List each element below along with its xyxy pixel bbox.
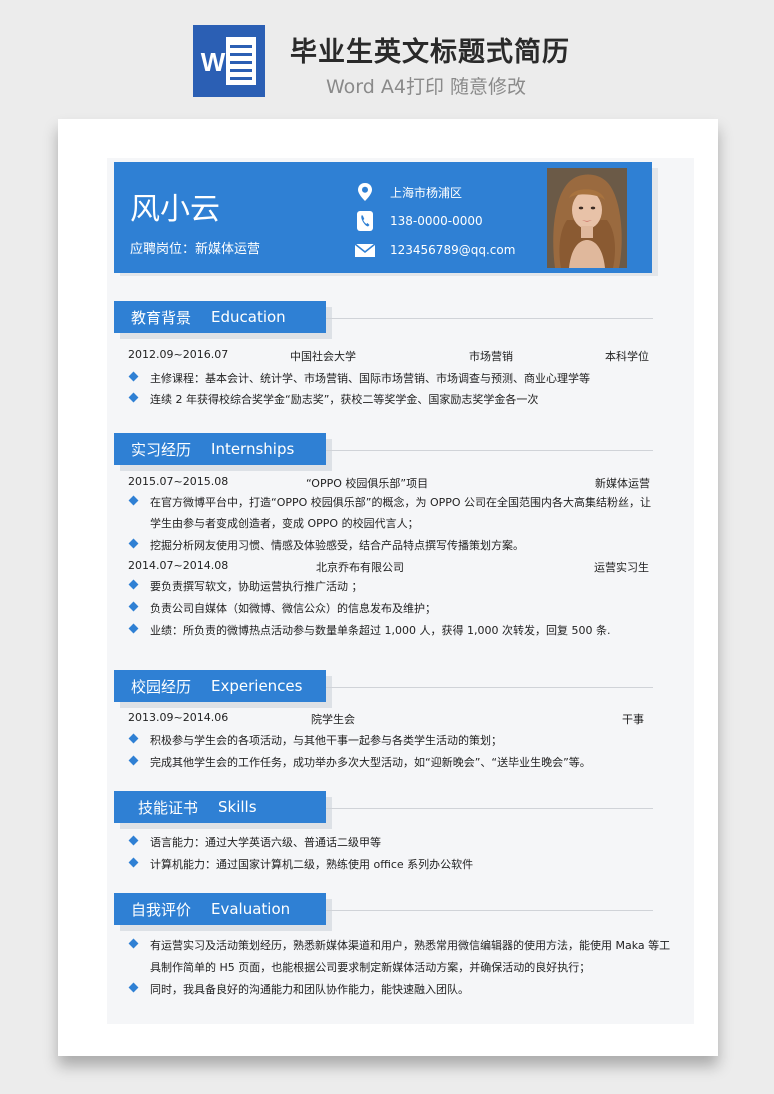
education-bullet: 连续 2 年获得校综合奖学金“励志奖”，获校二等奖学金、国家励志奖学金各一次 (150, 393, 539, 406)
section-title-box: 校园经历 Experiences (114, 670, 326, 702)
contact-email: 123456789@qq.com (354, 239, 515, 261)
banner-title: 毕业生英文标题式简历 (290, 37, 570, 68)
section-divider (326, 910, 653, 911)
section-title-box: 实习经历 Internships (114, 433, 326, 465)
section-title-cn: 实习经历 (131, 440, 192, 459)
address-text: 上海市杨浦区 (390, 185, 463, 200)
section-divider (326, 450, 653, 451)
skills-bullet: 语言能力：通过大学英语六级、普通话二级甲等 (150, 836, 381, 849)
section-title-en: Internships (211, 440, 295, 458)
location-pin-icon (358, 183, 372, 201)
experience-org: 院学生会 (311, 713, 355, 726)
internship1-role: 新媒体运营 (595, 477, 650, 490)
candidate-name: 风小云 (130, 192, 220, 227)
internship1-bullet: 挖掘分析网友使用习惯、情感及体验感受，结合产品特点撰写传播策划方案。 (150, 539, 524, 552)
envelope-icon (354, 243, 376, 257)
profile-photo (547, 168, 627, 268)
section-title-en: Experiences (211, 677, 303, 695)
internship1-period: 2015.07~2015.08 (128, 475, 229, 488)
evaluation-bullet: 同时，我具备良好的沟通能力和团队协作能力，能快速融入团队。 (150, 983, 469, 996)
education-period: 2012.09~2016.07 (128, 348, 229, 361)
education-bullet: 主修课程：基本会计、统计学、市场营销、国际市场营销、市场调查与预测、商业心理学等 (150, 372, 590, 385)
internship1-project: “OPPO 校园俱乐部”项目 (306, 477, 429, 490)
internship1-bullet: 在官方微博平台中，打造“OPPO 校园俱乐部”的概念，为 OPPO 公司在全国范… (150, 496, 652, 509)
phone-icon (357, 211, 373, 231)
internship2-period: 2014.07~2014.08 (128, 559, 229, 572)
email-text: 123456789@qq.com (390, 243, 516, 257)
education-degree: 本科学位 (605, 350, 649, 363)
applied-position: 应聘岗位：新媒体运营 (130, 242, 261, 257)
experience-bullet: 完成其他学生会的工作任务，成功举办多次大型活动，如“迎新晚会”、“送毕业生晚会”… (150, 756, 591, 769)
education-major: 市场营销 (469, 350, 513, 363)
word-icon-letter: W (201, 47, 226, 77)
section-title-en: Education (211, 308, 286, 326)
section-divider (326, 808, 653, 809)
section-title-cn: 自我评价 (131, 900, 192, 919)
contact-address: 上海市杨浦区 (354, 181, 462, 203)
internship2-bullet: 业绩：所负责的微博热点活动参与数量单条超过 1,000 人，获得 1,000 次… (150, 624, 611, 637)
section-title-en: Evaluation (211, 900, 291, 918)
education-school: 中国社会大学 (290, 350, 356, 363)
internship2-bullet: 负责公司自媒体（如微博、微信公众）的信息发布及维护； (150, 602, 436, 615)
banner: W 毕业生英文标题式简历 Word A4打印 随意修改 (0, 0, 774, 112)
section-title-box: 技能证书 Skills (114, 791, 326, 823)
evaluation-bullet: 有运营实习及活动策划经历，熟悉新媒体渠道和用户，熟悉常用微信编辑器的使用方法，能… (150, 939, 671, 952)
section-title-cn: 教育背景 (131, 308, 192, 327)
experience-role: 干事 (622, 713, 644, 726)
internship1-bullet-cont: 学生由参与者变成创造者，变成 OPPO 的校园代言人； (150, 517, 419, 530)
section-title-cn: 技能证书 (138, 798, 199, 817)
word-icon: W (193, 25, 265, 97)
section-title-en: Skills (218, 798, 257, 816)
section-divider (326, 687, 653, 688)
skills-bullet: 计算机能力：通过国家计算机二级，熟练使用 office 系列办公软件 (150, 858, 474, 871)
contact-phone: 138-0000-0000 (354, 210, 483, 232)
internship2-bullet: 要负责撰写软文，协助运营执行推广活动 ； (150, 580, 363, 593)
section-title-box: 教育背景 Education (114, 301, 326, 333)
evaluation-bullet-cont: 具制作简单的 H5 页面，也能根据公司要求制定新媒体活动方案，并确保活动的良好执… (150, 961, 591, 974)
experience-period: 2013.09~2014.06 (128, 711, 229, 724)
internship2-role: 运营实习生 (594, 561, 649, 574)
internship2-company: 北京乔布有限公司 (316, 561, 404, 574)
section-title-box: 自我评价 Evaluation (114, 893, 326, 925)
phone-text: 138-0000-0000 (390, 214, 483, 228)
section-title-cn: 校园经历 (131, 677, 192, 696)
experience-bullet: 积极参与学生会的各项活动，与其他干事一起参与各类学生活动的策划； (150, 734, 502, 747)
banner-subtitle: Word A4打印 随意修改 (326, 76, 527, 98)
section-divider (326, 318, 653, 319)
